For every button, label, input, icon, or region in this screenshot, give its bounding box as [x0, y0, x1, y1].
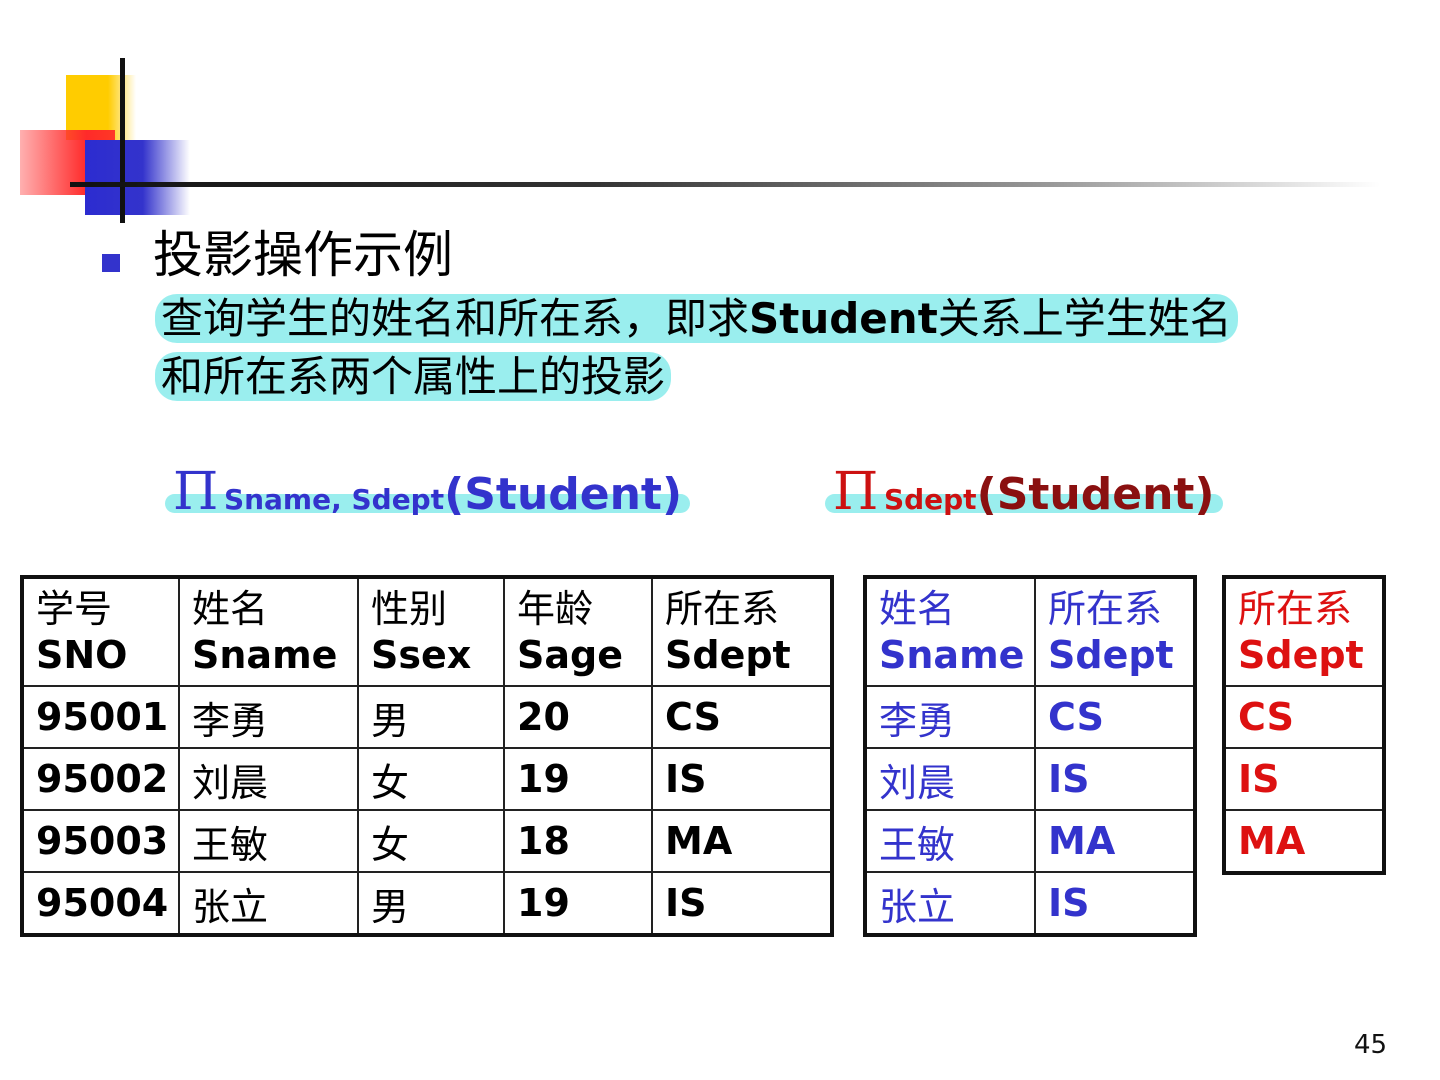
header-cell-sage: 年龄 Sage [503, 576, 653, 687]
header-cell-sdept: 所在系 Sdept [1034, 576, 1196, 687]
pi-symbol: Π [173, 462, 219, 522]
header-cell-ssex: 性别 Ssex [357, 576, 505, 687]
table-row: 王敏 MA [864, 809, 1196, 873]
cell-sname: 王敏 [864, 809, 1036, 873]
highlight-segment: 查询学生的姓名和所在系，即求Student关系上学生姓名 [155, 294, 1238, 343]
projection-result-table-sname-sdept: 姓名 Sname 所在系 Sdept 李勇 CS 刘晨 IS 王敏 MA 张立 IS [863, 575, 1197, 937]
table-row: 李勇 CS [864, 685, 1196, 749]
header-cn: 姓名 [879, 587, 956, 631]
header-cn: 所在系 [1048, 587, 1163, 631]
cell-sdept: MA [651, 809, 833, 873]
header-cn: 姓名 [192, 587, 269, 631]
header-cell-sname: 姓名 Sname [178, 576, 359, 687]
header-en: Sdept [665, 633, 791, 677]
description-paragraph: 查询学生的姓名和所在系，即求Student关系上学生姓名 和所在系两个属性上的投… [155, 290, 1385, 406]
header-cn: 年龄 [517, 587, 594, 631]
formula-projection-sname-sdept: Π Sname, Sdept(Student) [165, 462, 691, 522]
cell-ssex: 女 [357, 747, 505, 811]
cell-sage: 19 [503, 747, 653, 811]
header-en: Sage [517, 633, 623, 677]
decor-blue-square [85, 140, 190, 215]
cell-sage: 19 [503, 871, 653, 936]
header-cn: 所在系 [665, 587, 780, 631]
table-row: MA [1223, 809, 1385, 874]
cell-ssex: 女 [357, 809, 505, 873]
table-row: 95004 张立 男 19 IS [21, 871, 833, 936]
formula-subscript: Sdept [883, 483, 977, 516]
header-cell-sname: 姓名 Sname [864, 576, 1036, 687]
header-en: SNO [36, 633, 128, 677]
cell-sdept: IS [651, 747, 833, 811]
description-line-2: 和所在系两个属性上的投影 [155, 348, 1385, 406]
cell-sname: 李勇 [178, 685, 359, 749]
student-table: 学号 SNO 姓名 Sname 性别 Ssex 年龄 Sage 所在系 Sdept 950… [20, 575, 834, 937]
table-header-row: 所在系 Sdept [1223, 576, 1385, 687]
header-cn: 学号 [36, 587, 113, 631]
description-text-pre: 查询学生的姓名和所在系，即求 [161, 294, 750, 343]
table-row: CS [1223, 685, 1385, 749]
table-row: 刘晨 IS [864, 747, 1196, 811]
cell-sdept: CS [1223, 685, 1385, 749]
table-row: IS [1223, 747, 1385, 811]
bullet-icon [102, 254, 120, 272]
cell-sdept: IS [1034, 747, 1196, 811]
cell-sdept: IS [1034, 871, 1196, 936]
header-en: Sdept [1048, 633, 1174, 677]
formula-argument: (Student) [976, 469, 1215, 520]
header-en: Sdept [1238, 633, 1364, 677]
header-en: Ssex [371, 633, 472, 677]
cell-sage: 18 [503, 809, 653, 873]
cell-sdept: CS [651, 685, 833, 749]
cell-ssex: 男 [357, 871, 505, 936]
header-cn: 性别 [371, 587, 448, 631]
cell-sname: 王敏 [178, 809, 359, 873]
cell-ssex: 男 [357, 685, 505, 749]
cell-sdept: IS [1223, 747, 1385, 811]
table-row: 95001 李勇 男 20 CS [21, 685, 833, 749]
cell-sname: 刘晨 [178, 747, 359, 811]
cell-sdept: MA [1223, 809, 1385, 874]
description-text-bold: Student [749, 294, 938, 343]
highlight-segment: 和所在系两个属性上的投影 [155, 352, 672, 401]
cell-sdept: MA [1034, 809, 1196, 873]
cell-sno: 95003 [21, 809, 180, 873]
cell-sno: 95002 [21, 747, 180, 811]
projection-result-table-sdept: 所在系 Sdept CS IS MA [1222, 575, 1386, 875]
header-cell-sno: 学号 SNO [21, 576, 180, 687]
cell-sname: 李勇 [864, 685, 1036, 749]
header-cell-sdept: 所在系 Sdept [651, 576, 833, 687]
page-number: 45 [1354, 1030, 1388, 1060]
slide-heading: 投影操作示例 [153, 226, 453, 284]
description-text-post: 关系上学生姓名 [937, 294, 1232, 343]
cell-sno: 95004 [21, 871, 180, 936]
cell-sname: 刘晨 [864, 747, 1036, 811]
table-header-row: 学号 SNO 姓名 Sname 性别 Ssex 年龄 Sage 所在系 Sdept [21, 576, 833, 687]
header-en: Sname [879, 633, 1025, 677]
table-row: 张立 IS [864, 871, 1196, 936]
pi-symbol: Π [833, 462, 879, 522]
formula-highlight: Π Sdept(Student) [825, 462, 1223, 522]
cell-sdept: IS [651, 871, 833, 936]
description-line-1: 查询学生的姓名和所在系，即求Student关系上学生姓名 [155, 290, 1385, 348]
table-row: 95002 刘晨 女 19 IS [21, 747, 833, 811]
decor-horizontal-line [70, 182, 1380, 187]
formula-projection-sdept: Π Sdept(Student) [825, 462, 1223, 522]
header-cell-sdept: 所在系 Sdept [1223, 576, 1385, 687]
cell-sdept: CS [1034, 685, 1196, 749]
cell-sage: 20 [503, 685, 653, 749]
cell-sname: 张立 [864, 871, 1036, 936]
header-cn: 所在系 [1238, 587, 1353, 631]
table-row: 95003 王敏 女 18 MA [21, 809, 833, 873]
cell-sname: 张立 [178, 871, 359, 936]
description-text-line2: 和所在系两个属性上的投影 [161, 352, 666, 401]
header-en: Sname [192, 633, 338, 677]
table-header-row: 姓名 Sname 所在系 Sdept [864, 576, 1196, 687]
cell-sno: 95001 [21, 685, 180, 749]
decor-vertical-line [120, 58, 125, 223]
formula-highlight: Π Sname, Sdept(Student) [165, 462, 691, 522]
formula-argument: (Student) [444, 469, 683, 520]
formula-subscript: Sname, Sdept [223, 483, 445, 516]
